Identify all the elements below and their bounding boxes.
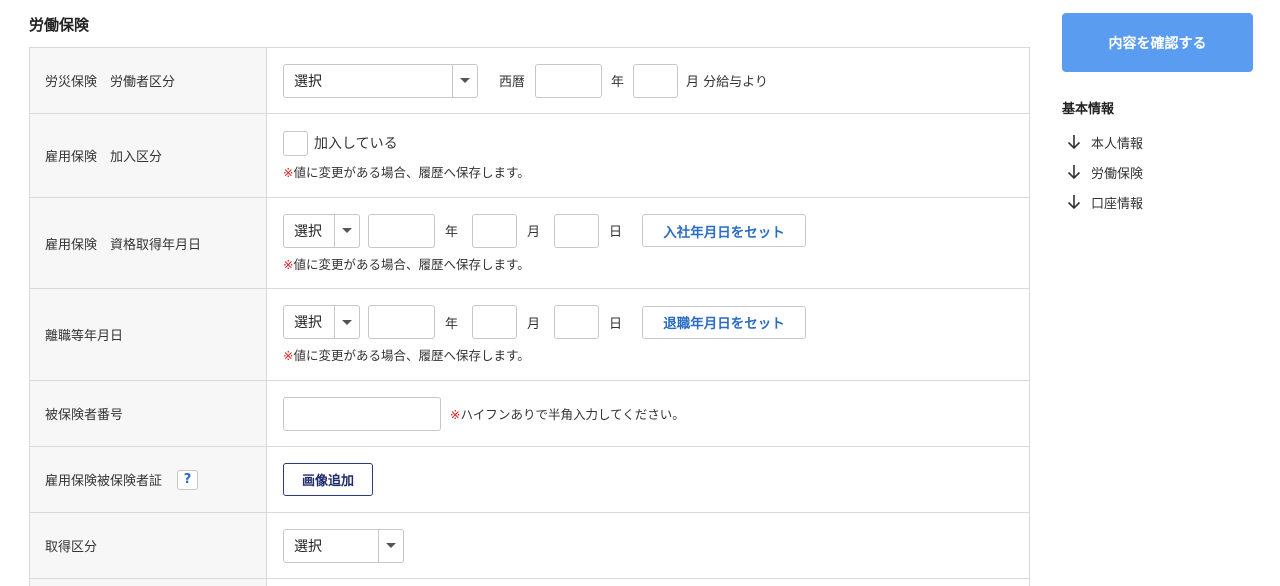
year-unit: 年 xyxy=(445,316,459,332)
acquisition-category-select[interactable]: 選択 xyxy=(283,528,404,563)
day-input[interactable] xyxy=(554,213,600,248)
month-suffix: 月 分給与より xyxy=(686,75,768,90)
row-label: 離職等年月日 xyxy=(30,289,267,380)
side-nav-item-honnin[interactable]: 本人情報 xyxy=(1062,127,1143,157)
worker-category-select[interactable]: 選択 xyxy=(283,63,478,98)
row-rousai: 労災保険 労働者区分 選択 西暦 年 月 分給与より xyxy=(30,48,1030,114)
note-mark: ※ xyxy=(283,348,294,363)
arrow-down-icon xyxy=(1067,135,1081,150)
year-unit: 年 xyxy=(445,225,459,240)
year-input[interactable] xyxy=(368,305,435,339)
chevron-down-icon xyxy=(378,529,403,562)
checkbox-label: 加入している xyxy=(314,136,398,152)
enrolled-checkbox[interactable] xyxy=(283,130,308,156)
separation-era-select[interactable]: 選択 xyxy=(283,305,360,339)
history-note: ※値に変更がある場合、履歴へ保存します。 xyxy=(283,162,1029,181)
chevron-down-icon xyxy=(334,214,359,247)
history-note: ※値に変更がある場合、履歴へ保存します。 xyxy=(283,345,1029,364)
side-nav: 基本情報 本人情報 労働保険 口座情報 xyxy=(1062,98,1143,217)
row-rishoku: 離職等年月日 選択 年 月 日 退職年月日をセット ※値に変更がある場合、履歴へ… xyxy=(30,289,1030,381)
month-input[interactable] xyxy=(472,305,518,339)
row-label: 雇用保険 加入区分 xyxy=(30,114,267,197)
row-hihokensha-sho: 雇用保険被保険者証 ? 画像追加 xyxy=(30,447,1030,513)
arrow-down-icon xyxy=(1067,165,1081,180)
year-input[interactable] xyxy=(368,213,435,248)
note-mark: ※ xyxy=(283,164,294,180)
select-value: 選択 xyxy=(294,315,322,331)
year-unit: 年 xyxy=(611,75,625,90)
era-label: 西暦 xyxy=(499,75,526,90)
set-retirement-date-button[interactable]: 退職年月日をセット xyxy=(642,305,807,339)
note-text: ハイフンありで半角入力してください。 xyxy=(460,407,685,422)
year-input[interactable] xyxy=(535,63,603,98)
insured-number-input[interactable] xyxy=(283,396,441,431)
note-mark: ※ xyxy=(450,407,461,422)
acquisition-era-select[interactable]: 選択 xyxy=(283,213,360,248)
confirm-button[interactable]: 内容を確認する xyxy=(1062,13,1253,72)
side-nav-label: 労働保険 xyxy=(1091,166,1144,182)
row-hihokensha-bango: 被保険者番号 ※ハイフンありで半角入力してください。 xyxy=(30,381,1030,447)
month-input[interactable] xyxy=(472,213,518,248)
history-note: ※値に変更がある場合、履歴へ保存します。 xyxy=(283,254,1029,273)
side-nav-title: 基本情報 xyxy=(1062,102,1115,117)
add-image-button[interactable]: 画像追加 xyxy=(283,463,373,496)
chevron-down-icon xyxy=(452,64,477,97)
note-text: 値に変更がある場合、履歴へ保存します。 xyxy=(293,164,530,180)
row-label: 雇用保険被保険者証 xyxy=(45,474,163,489)
side-nav-item-kouza[interactable]: 口座情報 xyxy=(1062,187,1143,217)
arrow-down-icon xyxy=(1067,195,1081,210)
row-label: 雇用保険 資格取得年月日 xyxy=(30,198,267,288)
month-input[interactable] xyxy=(633,63,679,98)
month-unit: 月 xyxy=(527,316,541,332)
row-shutoku-kubun: 取得区分 選択 xyxy=(30,513,1030,579)
row-label: 労災保険 労働者区分 xyxy=(30,48,267,113)
row-label: 被保険者番号 xyxy=(30,381,267,446)
row-label: 取得区分 xyxy=(30,513,267,578)
select-value: 選択 xyxy=(294,538,322,555)
labor-insurance-form: 労災保険 労働者区分 選択 西暦 年 月 分給与より 雇用保険 加入区分 加入し… xyxy=(29,47,1030,586)
day-unit: 日 xyxy=(609,316,623,332)
select-value: 選択 xyxy=(294,73,322,90)
select-value: 選択 xyxy=(294,223,322,240)
note-text: 値に変更がある場合、履歴へ保存します。 xyxy=(293,348,530,363)
side-nav-label: 口座情報 xyxy=(1091,196,1144,212)
side-nav-item-roudou[interactable]: 労働保険 xyxy=(1062,157,1143,187)
set-hire-date-button[interactable]: 入社年月日をセット xyxy=(642,214,807,247)
row-koyo-shikaku: 雇用保険 資格取得年月日 選択 年 月 日 入社年月日をセット ※値に変更がある… xyxy=(30,198,1030,289)
month-unit: 月 xyxy=(527,225,541,240)
insured-number-note: ※ハイフンありで半角入力してください。 xyxy=(450,404,685,423)
note-mark: ※ xyxy=(283,256,294,272)
day-input[interactable] xyxy=(554,305,600,339)
help-icon[interactable]: ? xyxy=(177,469,199,490)
row-koyo-kanyu: 雇用保険 加入区分 加入している ※値に変更がある場合、履歴へ保存します。 xyxy=(30,114,1030,198)
day-unit: 日 xyxy=(609,225,623,240)
chevron-down-icon xyxy=(334,306,359,338)
note-text: 値に変更がある場合、履歴へ保存します。 xyxy=(293,256,530,272)
section-title: 労働保険 xyxy=(29,16,90,34)
row-next xyxy=(30,579,1030,586)
side-nav-label: 本人情報 xyxy=(1091,136,1144,152)
